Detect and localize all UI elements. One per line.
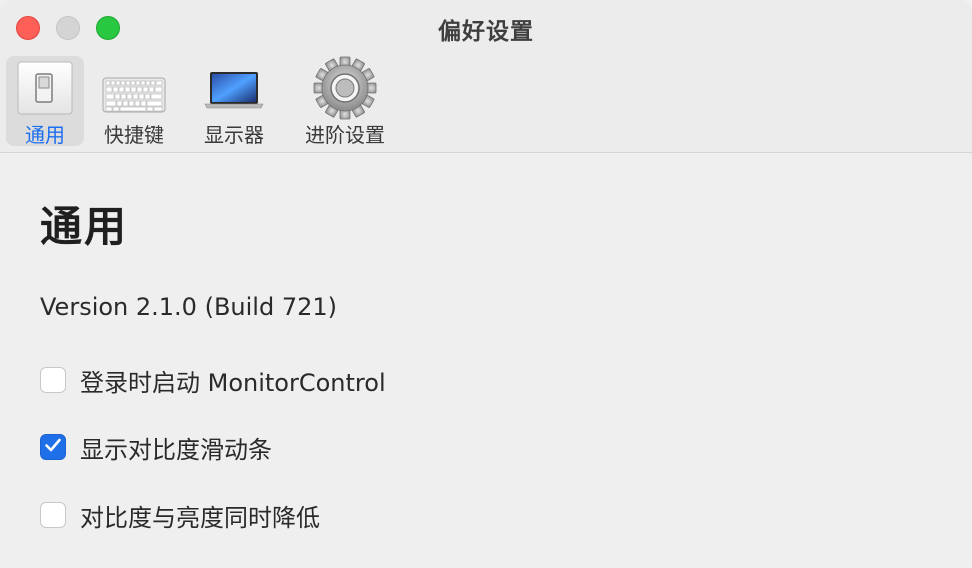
launch-at-login-checkbox[interactable] xyxy=(40,367,66,393)
launch-at-login-label: 登录时启动 MonitorControl xyxy=(80,368,386,397)
titlebar: 偏好设置 通用 快捷键 显示器 进阶设置 xyxy=(0,0,972,153)
lower-contrast-with-brightness-label: 对比度与亮度同时降低 xyxy=(80,503,320,532)
checkmark-icon xyxy=(44,437,62,457)
toolbar-tab-label: 通用 xyxy=(25,123,65,147)
keyboard-icon xyxy=(102,76,166,120)
laptop-icon xyxy=(204,70,264,114)
toolbar-tab-shortcuts[interactable]: 快捷键 xyxy=(92,56,176,147)
launch-at-login-option[interactable]: 登录时启动 MonitorControl xyxy=(40,365,386,397)
lower-contrast-with-brightness-checkbox[interactable] xyxy=(40,502,66,528)
version-text: Version 2.1.0 (Build 721) xyxy=(40,293,337,321)
page-title: 通用 xyxy=(40,202,129,251)
toolbar-tab-general[interactable]: 通用 xyxy=(6,56,84,147)
show-contrast-slider-checkbox[interactable] xyxy=(40,434,66,460)
show-contrast-slider-option[interactable]: 显示对比度滑动条 xyxy=(40,432,272,464)
toolbar-tab-label: 进阶设置 xyxy=(305,123,385,147)
toolbar-tab-advanced[interactable]: 进阶设置 xyxy=(294,56,396,147)
window-title: 偏好设置 xyxy=(438,19,534,45)
toolbar-tab-displays[interactable]: 显示器 xyxy=(192,56,276,147)
lower-contrast-with-brightness-option[interactable]: 对比度与亮度同时降低 xyxy=(40,500,320,532)
gear-icon xyxy=(312,56,378,124)
general-pane: 通用 Version 2.1.0 (Build 721) 登录时启动 Monit… xyxy=(0,153,972,568)
show-contrast-slider-label: 显示对比度滑动条 xyxy=(80,435,272,464)
toolbar-tab-label: 快捷键 xyxy=(104,123,164,147)
toggle-switch-icon xyxy=(16,60,74,120)
toolbar-tab-label: 显示器 xyxy=(204,123,264,147)
preferences-window: 偏好设置 通用 快捷键 显示器 进阶设置 通用 Version 2.1.0 (B… xyxy=(0,0,972,568)
